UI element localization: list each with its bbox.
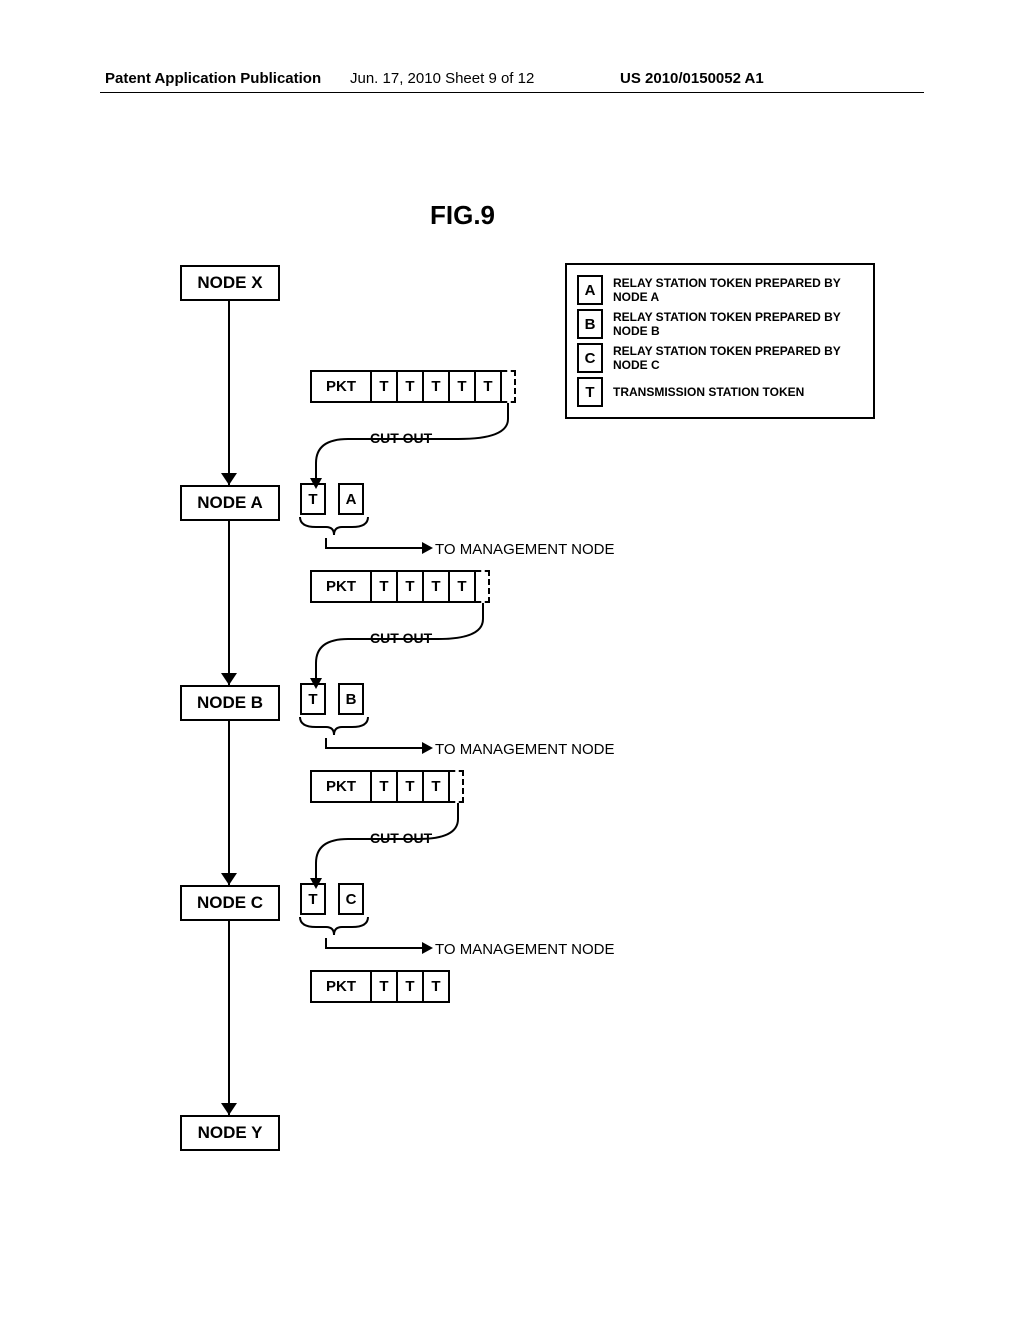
arrow-right-icon (422, 942, 433, 954)
token-c: C (338, 883, 364, 915)
pkt-row-2: PKT T T T T (310, 570, 490, 603)
header-left: Patent Application Publication (105, 70, 321, 87)
brace-icon (296, 717, 372, 747)
token-cell: T (398, 970, 424, 1003)
legend-token-t: T (577, 377, 603, 407)
brace-icon (296, 917, 372, 947)
token-cell: T (372, 370, 398, 403)
node-a-box: NODE A (180, 485, 280, 521)
node-c-box: NODE C (180, 885, 280, 921)
legend-text: RELAY STATION TOKEN PREPARED BY NODE A (613, 276, 863, 305)
legend-row: T TRANSMISSION STATION TOKEN (577, 377, 863, 407)
mgmt-label: TO MANAGEMENT NODE (435, 741, 614, 758)
token-cell: T (450, 370, 476, 403)
node-b-box: NODE B (180, 685, 280, 721)
header-divider (100, 92, 924, 93)
token-cell: T (372, 770, 398, 803)
token-pair-b: T B (300, 683, 364, 715)
token-cell: T (398, 570, 424, 603)
dashed-end (476, 570, 490, 603)
legend-text: RELAY STATION TOKEN PREPARED BY NODE C (613, 344, 863, 373)
token-t: T (300, 883, 326, 915)
mgmt-arrow-line (325, 747, 424, 749)
pkt-label: PKT (310, 970, 372, 1003)
pkt-row-1: PKT T T T T T (310, 370, 516, 403)
token-cell: T (398, 770, 424, 803)
header-right: US 2010/0150052 A1 (620, 70, 764, 87)
cutout-curve-icon (308, 803, 478, 893)
pkt-label: PKT (310, 770, 372, 803)
pkt-label: PKT (310, 370, 372, 403)
mgmt-arrow-line (325, 947, 424, 949)
token-t: T (300, 483, 326, 515)
token-pair-a: T A (300, 483, 364, 515)
token-cell: T (424, 570, 450, 603)
flow-line (228, 721, 230, 885)
pkt-row-3: PKT T T T (310, 770, 464, 803)
token-cell: T (450, 570, 476, 603)
legend-token-a: A (577, 275, 603, 305)
flow-line (228, 921, 230, 1115)
dashed-end (502, 370, 516, 403)
dashed-end (450, 770, 464, 803)
arrow-down-icon (221, 673, 237, 685)
token-cell: T (476, 370, 502, 403)
pkt-row-4: PKT T T T (310, 970, 450, 1003)
legend-row: C RELAY STATION TOKEN PREPARED BY NODE C (577, 343, 863, 373)
mgmt-label: TO MANAGEMENT NODE (435, 941, 614, 958)
token-a: A (338, 483, 364, 515)
flow-line (228, 301, 230, 485)
arrow-down-icon (221, 873, 237, 885)
diagram-container: NODE X NODE A NODE B NODE C NODE Y A REL… (170, 265, 890, 1185)
token-cell: T (372, 970, 398, 1003)
arrow-right-icon (422, 542, 433, 554)
figure-title: FIG.9 (430, 200, 495, 231)
mgmt-label: TO MANAGEMENT NODE (435, 541, 614, 558)
node-x-box: NODE X (180, 265, 280, 301)
legend-text: RELAY STATION TOKEN PREPARED BY NODE B (613, 310, 863, 339)
arrow-down-icon (221, 1103, 237, 1115)
legend-row: B RELAY STATION TOKEN PREPARED BY NODE B (577, 309, 863, 339)
legend-box: A RELAY STATION TOKEN PREPARED BY NODE A… (565, 263, 875, 419)
mgmt-arrow-line (325, 547, 424, 549)
token-pair-c: T C (300, 883, 364, 915)
brace-icon (296, 517, 372, 547)
legend-token-b: B (577, 309, 603, 339)
cutout-curve-icon (308, 403, 518, 493)
legend-token-c: C (577, 343, 603, 373)
token-cell: T (424, 770, 450, 803)
flow-line (228, 521, 230, 685)
token-cell: T (424, 370, 450, 403)
arrow-right-icon (422, 742, 433, 754)
pkt-label: PKT (310, 570, 372, 603)
arrow-down-icon (221, 473, 237, 485)
legend-text: TRANSMISSION STATION TOKEN (613, 385, 804, 399)
legend-row: A RELAY STATION TOKEN PREPARED BY NODE A (577, 275, 863, 305)
header-center: Jun. 17, 2010 Sheet 9 of 12 (350, 70, 534, 87)
cutout-curve-icon (308, 603, 498, 693)
token-cell: T (372, 570, 398, 603)
token-b: B (338, 683, 364, 715)
token-cell: T (424, 970, 450, 1003)
token-t: T (300, 683, 326, 715)
node-y-box: NODE Y (180, 1115, 280, 1151)
token-cell: T (398, 370, 424, 403)
